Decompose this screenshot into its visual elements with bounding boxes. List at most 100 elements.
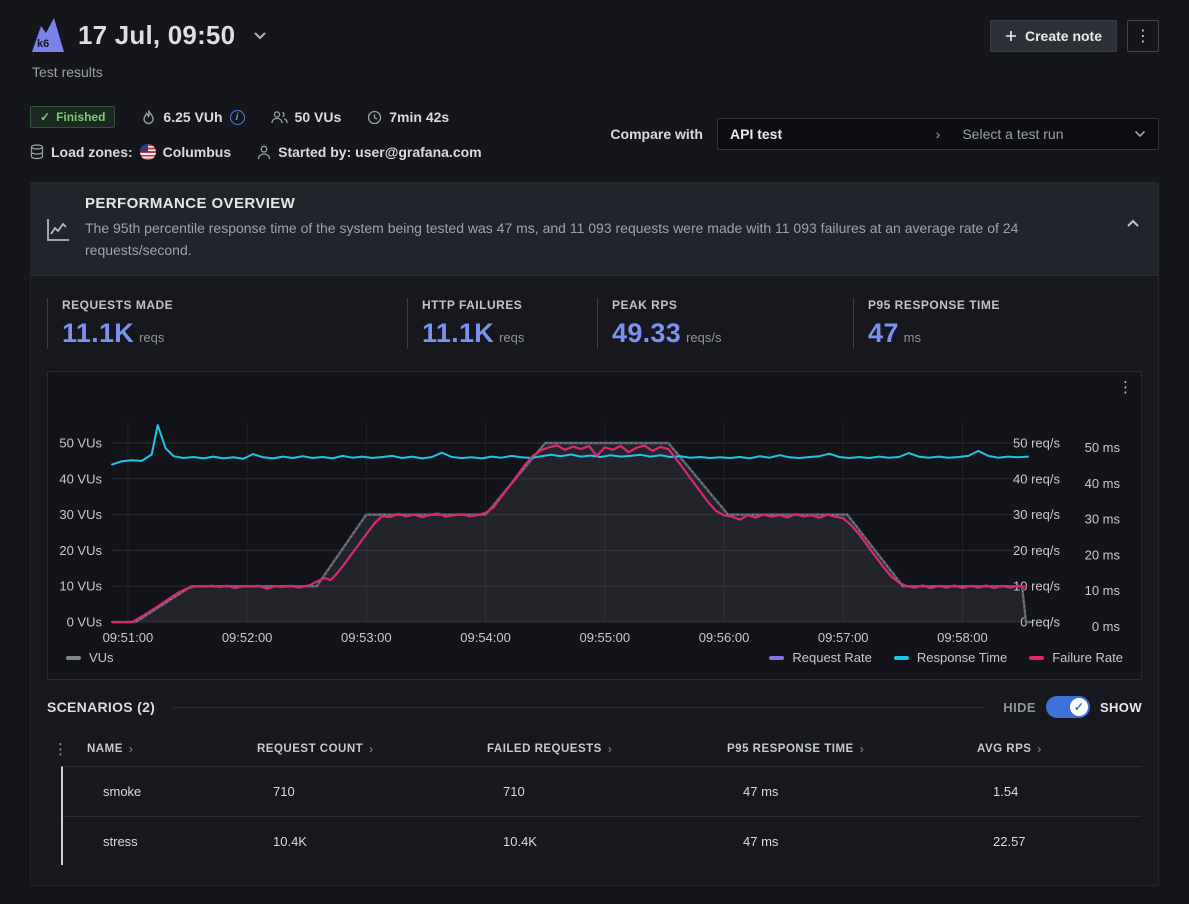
line-chart-icon xyxy=(45,217,71,243)
check-icon: ✓ xyxy=(40,110,50,124)
show-label[interactable]: SHOW xyxy=(1100,700,1142,715)
svg-text:09:54:00: 09:54:00 xyxy=(460,630,511,645)
table-row-stress[interactable]: stress 10.4K 10.4K 47 ms 22.57 xyxy=(63,816,1142,865)
col-header-name[interactable]: NAME› xyxy=(87,742,257,756)
top-bar: k6 17 Jul, 09:50 Test results Create not… xyxy=(30,0,1159,80)
svg-text:09:55:00: 09:55:00 xyxy=(579,630,630,645)
load-zones: Load zones: Columbus xyxy=(30,144,231,160)
run-meta-section: ✓ Finished 6.25 VUh i 50 VUs xyxy=(30,106,1159,160)
chevron-down-icon xyxy=(1134,130,1146,138)
divider xyxy=(173,707,985,708)
svg-text:30 req/s: 30 req/s xyxy=(1013,507,1060,522)
svg-text:09:56:00: 09:56:00 xyxy=(699,630,750,645)
svg-text:09:51:00: 09:51:00 xyxy=(103,630,154,645)
flame-icon xyxy=(141,109,156,125)
k6-logo-icon: k6 xyxy=(30,16,66,54)
compare-with-label: Compare with xyxy=(610,126,703,142)
svg-text:k6: k6 xyxy=(37,38,49,50)
response-time-legend-dash xyxy=(894,656,909,660)
compare-with-control: Compare with API test › Select a test ru… xyxy=(610,118,1159,150)
scenarios-table: ⋮ NAME› REQUEST COUNT› FAILED REQUESTS› … xyxy=(31,722,1158,885)
chart-legend: VUs Request Rate Response Time Failure R… xyxy=(48,648,1141,673)
chevron-right-icon: › xyxy=(926,126,951,142)
svg-text:0 ms: 0 ms xyxy=(1092,619,1121,634)
table-header-row: ⋮ NAME› REQUEST COUNT› FAILED REQUESTS› … xyxy=(47,732,1142,766)
chart-menu-kebab-icon[interactable]: ⋮ xyxy=(1118,378,1133,396)
scenarios-title: SCENARIOS (2) xyxy=(47,699,155,715)
svg-text:09:52:00: 09:52:00 xyxy=(222,630,273,645)
col-header-request-count[interactable]: REQUEST COUNT› xyxy=(257,742,487,756)
started-by: Started by: user@grafana.com xyxy=(257,144,482,160)
show-scenarios-toggle[interactable]: ✓ xyxy=(1046,696,1090,718)
test-results-page: k6 17 Jul, 09:50 Test results Create not… xyxy=(0,0,1189,886)
scenarios-header: SCENARIOS (2) HIDE ✓ SHOW xyxy=(31,680,1158,722)
duration-stat: 7min 42s xyxy=(367,109,449,125)
legend-item-failure-rate[interactable]: Failure Rate xyxy=(1029,650,1123,665)
stat-peak-rps: PEAK RPS 49.33reqs/s xyxy=(597,298,853,349)
sort-icon: › xyxy=(860,742,865,756)
stat-p95-response-time: P95 RESPONSE TIME 47ms xyxy=(853,298,1142,349)
stat-requests-made: REQUESTS MADE 11.1Kreqs xyxy=(47,298,407,349)
svg-text:40 VUs: 40 VUs xyxy=(59,472,102,487)
page-menu-kebab-icon[interactable]: ⋮ xyxy=(1127,20,1159,52)
svg-text:30 ms: 30 ms xyxy=(1085,512,1121,527)
svg-text:20 VUs: 20 VUs xyxy=(59,543,102,558)
users-icon xyxy=(271,110,288,124)
svg-text:10 ms: 10 ms xyxy=(1085,584,1121,599)
hide-label[interactable]: HIDE xyxy=(1003,700,1036,715)
panel-header: PERFORMANCE OVERVIEW The 95th percentile… xyxy=(31,183,1158,276)
legend-item-vus[interactable]: VUs xyxy=(66,650,114,665)
performance-overview-panel: PERFORMANCE OVERVIEW The 95th percentile… xyxy=(30,182,1159,886)
performance-chart-card: ⋮ 0 VUs10 VUs20 VUs30 VUs40 VUs50 VUs0 r… xyxy=(47,371,1142,680)
sort-icon: › xyxy=(1037,742,1042,756)
svg-text:40 req/s: 40 req/s xyxy=(1013,472,1060,487)
panel-title: PERFORMANCE OVERVIEW xyxy=(85,195,1112,212)
status-badge: ✓ Finished xyxy=(30,106,115,128)
table-row-smoke[interactable]: smoke 710 710 47 ms 1.54 xyxy=(63,767,1142,816)
stat-http-failures: HTTP FAILURES 11.1Kreqs xyxy=(407,298,597,349)
performance-chart[interactable]: 0 VUs10 VUs20 VUs30 VUs40 VUs50 VUs0 req… xyxy=(48,376,1138,648)
collapse-chevron-up-icon[interactable] xyxy=(1126,219,1140,228)
sort-icon: › xyxy=(608,742,613,756)
svg-text:50 req/s: 50 req/s xyxy=(1013,436,1060,451)
summary-stats-row: REQUESTS MADE 11.1Kreqs HTTP FAILURES 11… xyxy=(31,276,1158,367)
select-test-run-dropdown[interactable]: Select a test run xyxy=(950,126,1158,142)
panel-description: The 95th percentile response time of the… xyxy=(85,218,1070,261)
col-header-p95-response-time[interactable]: P95 RESPONSE TIME› xyxy=(727,742,977,756)
vus-legend-dash xyxy=(66,656,81,660)
toggle-check-icon: ✓ xyxy=(1070,698,1088,716)
svg-text:09:53:00: 09:53:00 xyxy=(341,630,392,645)
failure-rate-legend-dash xyxy=(1029,656,1044,660)
legend-item-response-time[interactable]: Response Time xyxy=(894,650,1007,665)
svg-text:50 VUs: 50 VUs xyxy=(59,436,102,451)
page-title: 17 Jul, 09:50 xyxy=(78,20,235,51)
col-header-failed-requests[interactable]: FAILED REQUESTS› xyxy=(487,742,727,756)
svg-text:0 VUs: 0 VUs xyxy=(67,615,103,630)
svg-text:09:58:00: 09:58:00 xyxy=(937,630,988,645)
clock-icon xyxy=(367,110,382,125)
legend-item-request-rate[interactable]: Request Rate xyxy=(769,650,872,665)
svg-text:20 ms: 20 ms xyxy=(1085,548,1121,563)
table-kebab-icon[interactable]: ⋮ xyxy=(47,740,87,758)
vuh-stat: 6.25 VUh i xyxy=(141,109,244,125)
svg-text:40 ms: 40 ms xyxy=(1085,476,1121,491)
page-subtitle: Test results xyxy=(32,64,267,80)
svg-text:10 VUs: 10 VUs xyxy=(59,579,102,594)
sort-icon: › xyxy=(129,742,134,756)
compare-test-dropdown[interactable]: API test xyxy=(718,126,926,142)
chevron-down-icon[interactable] xyxy=(253,31,267,40)
col-header-avg-rps[interactable]: AVG RPS› xyxy=(977,742,1142,756)
info-icon[interactable]: i xyxy=(230,110,245,125)
svg-text:50 ms: 50 ms xyxy=(1085,440,1121,455)
request-rate-legend-dash xyxy=(769,656,784,660)
svg-text:20 req/s: 20 req/s xyxy=(1013,543,1060,558)
database-icon xyxy=(30,144,44,160)
plus-icon xyxy=(1005,30,1017,42)
svg-text:30 VUs: 30 VUs xyxy=(59,507,102,522)
sort-icon: › xyxy=(369,742,374,756)
us-flag-icon xyxy=(140,144,156,160)
user-icon xyxy=(257,145,271,160)
vus-stat: 50 VUs xyxy=(271,109,342,125)
create-note-button[interactable]: Create note xyxy=(990,20,1117,52)
svg-text:09:57:00: 09:57:00 xyxy=(818,630,869,645)
